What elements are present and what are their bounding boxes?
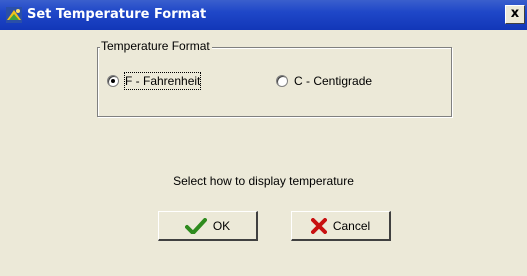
red-x-icon (310, 217, 327, 234)
ok-button-label: OK (212, 218, 231, 233)
radio-fahrenheit[interactable]: F - Fahrenheit (107, 72, 202, 90)
cancel-button[interactable]: Cancel (291, 211, 391, 241)
radio-fahrenheit-indicator[interactable] (107, 75, 119, 87)
close-button[interactable]: x (505, 5, 525, 24)
cancel-button-label: Cancel (332, 218, 371, 233)
radio-fahrenheit-label[interactable]: F - Fahrenheit (123, 72, 202, 90)
radio-centigrade-indicator[interactable] (276, 75, 288, 87)
title-bar[interactable]: Set Temperature Format x (0, 0, 527, 30)
instruction-text: Select how to display temperature (173, 174, 354, 188)
group-legend: Temperature Format (100, 38, 212, 54)
checkmark-icon (184, 217, 207, 234)
window-title: Set Temperature Format (27, 7, 207, 22)
radio-centigrade[interactable]: C - Centigrade (276, 73, 372, 89)
ok-button[interactable]: OK (158, 211, 258, 241)
radio-centigrade-label[interactable]: C - Centigrade (294, 73, 372, 89)
app-icon (6, 7, 22, 23)
